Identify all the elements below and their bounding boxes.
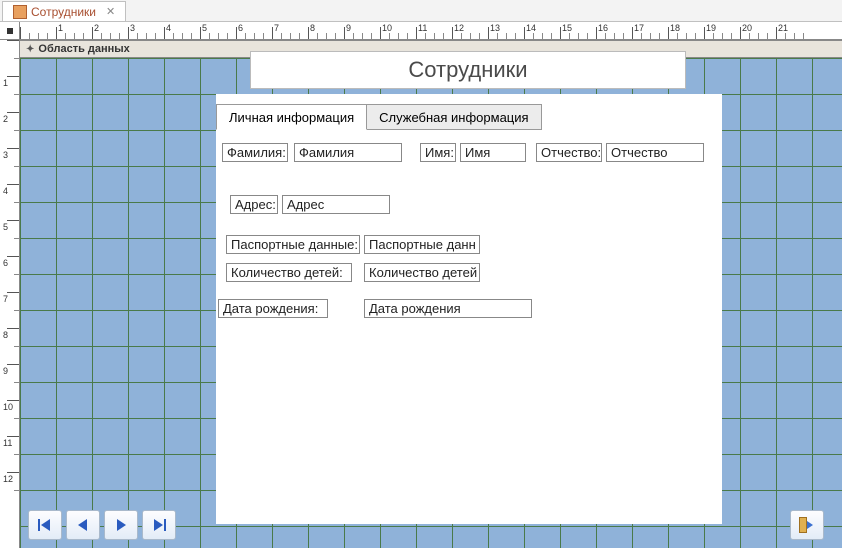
- design-canvas[interactable]: ✦ Область данных Сотрудники Личная инфор…: [20, 40, 842, 548]
- tab-control: Личная информация Служебная информация Ф…: [216, 104, 716, 130]
- label-children[interactable]: Количество детей:: [226, 263, 352, 282]
- document-tabs: Сотрудники ✕: [0, 0, 842, 22]
- next-record-button[interactable]: [104, 510, 138, 540]
- ruler-vertical[interactable]: 123456789101112: [0, 40, 20, 548]
- tab-control-surface: Сотрудники Личная информация Служебная и…: [216, 94, 722, 524]
- tab-service-info[interactable]: Служебная информация: [366, 104, 541, 130]
- tab-page-personal: Фамилия: Фамилия Имя: Имя Отчество: Отче…: [216, 129, 716, 524]
- close-icon[interactable]: ✕: [106, 5, 115, 18]
- form-icon: [13, 5, 27, 19]
- form-title[interactable]: Сотрудники: [250, 51, 686, 89]
- field-children[interactable]: Количество детей: [364, 263, 480, 282]
- label-birthdate[interactable]: Дата рождения:: [218, 299, 328, 318]
- field-name[interactable]: Имя: [460, 143, 526, 162]
- design-area: 123456789101112131415161718192021 123456…: [0, 22, 842, 548]
- label-name[interactable]: Имя:: [420, 143, 456, 162]
- chevron-down-icon: ✦: [26, 44, 34, 55]
- first-record-button[interactable]: [28, 510, 62, 540]
- field-address[interactable]: Адрес: [282, 195, 390, 214]
- field-birthdate[interactable]: Дата рождения: [364, 299, 532, 318]
- close-form-button[interactable]: [790, 510, 824, 540]
- tab-employees[interactable]: Сотрудники ✕: [2, 1, 126, 21]
- record-navigation: [28, 510, 176, 540]
- label-address[interactable]: Адрес:: [230, 195, 278, 214]
- prev-record-button[interactable]: [66, 510, 100, 540]
- last-record-button[interactable]: [142, 510, 176, 540]
- tab-label: Сотрудники: [31, 5, 96, 19]
- ruler-corner[interactable]: [0, 22, 20, 40]
- field-passport[interactable]: Паспортные данн: [364, 235, 480, 254]
- section-label: Область данных: [38, 43, 129, 55]
- label-surname[interactable]: Фамилия:: [222, 143, 288, 162]
- label-patronymic[interactable]: Отчество:: [536, 143, 602, 162]
- field-surname[interactable]: Фамилия: [294, 143, 402, 162]
- exit-icon: [799, 517, 815, 533]
- label-passport[interactable]: Паспортные данные:: [226, 235, 360, 254]
- ruler-horizontal[interactable]: 123456789101112131415161718192021: [20, 22, 842, 40]
- tab-personal-info[interactable]: Личная информация: [216, 104, 367, 130]
- field-patronymic[interactable]: Отчество: [606, 143, 704, 162]
